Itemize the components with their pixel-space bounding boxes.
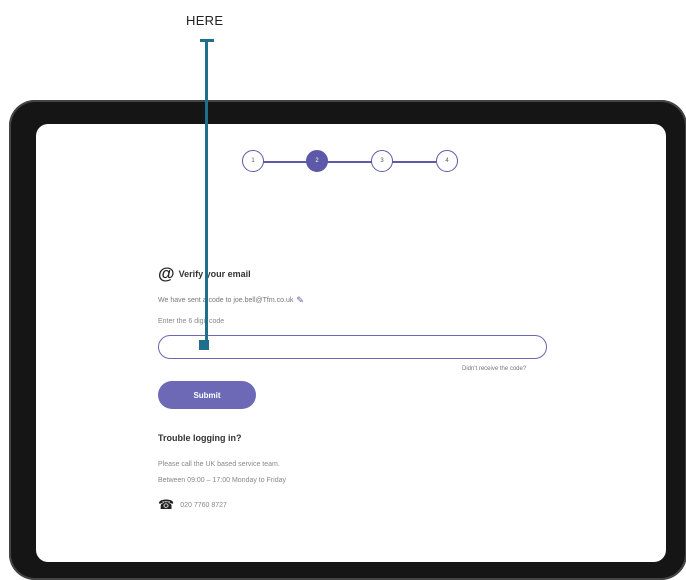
callout-pointer-line: [205, 39, 208, 344]
support-phone: ☎ 020 7760 8727: [158, 497, 227, 513]
stepper-connector: [327, 161, 372, 163]
code-sent-notice: We have sent a code to joe.bell@Tfm.co.u…: [158, 295, 304, 306]
step-4: 4: [436, 150, 458, 172]
step-2-current: 2: [306, 150, 328, 172]
step-3: 3: [371, 150, 393, 172]
code-field-label: Enter the 6 digit code: [158, 318, 225, 325]
verification-code-input[interactable]: [158, 335, 547, 359]
stepper-connector: [392, 161, 436, 163]
resend-code-link[interactable]: Didn't receive the code?: [462, 366, 526, 372]
callout-pointer-dot: [199, 340, 209, 350]
verify-title: Verify your email: [178, 269, 251, 279]
stepper-connector: [262, 161, 307, 163]
progress-stepper: 1 2 3 4: [0, 150, 686, 180]
phone-number[interactable]: 020 7760 8727: [180, 502, 227, 509]
at-icon: @: [158, 264, 175, 283]
callout-label: HERE: [186, 13, 224, 28]
submit-button[interactable]: Submit: [158, 381, 256, 409]
trouble-heading: Trouble logging in?: [158, 433, 242, 443]
code-sent-text: We have sent a code to joe.bell@Tfm.co.u…: [158, 297, 294, 304]
help-text-line1: Please call the UK based service team.: [158, 461, 280, 468]
help-text-line2: Between 09:00 – 17:00 Monday to Friday: [158, 477, 287, 484]
step-1: 1: [242, 150, 264, 172]
pencil-icon[interactable]: ✎: [296, 295, 304, 306]
phone-icon: ☎: [158, 497, 175, 512]
